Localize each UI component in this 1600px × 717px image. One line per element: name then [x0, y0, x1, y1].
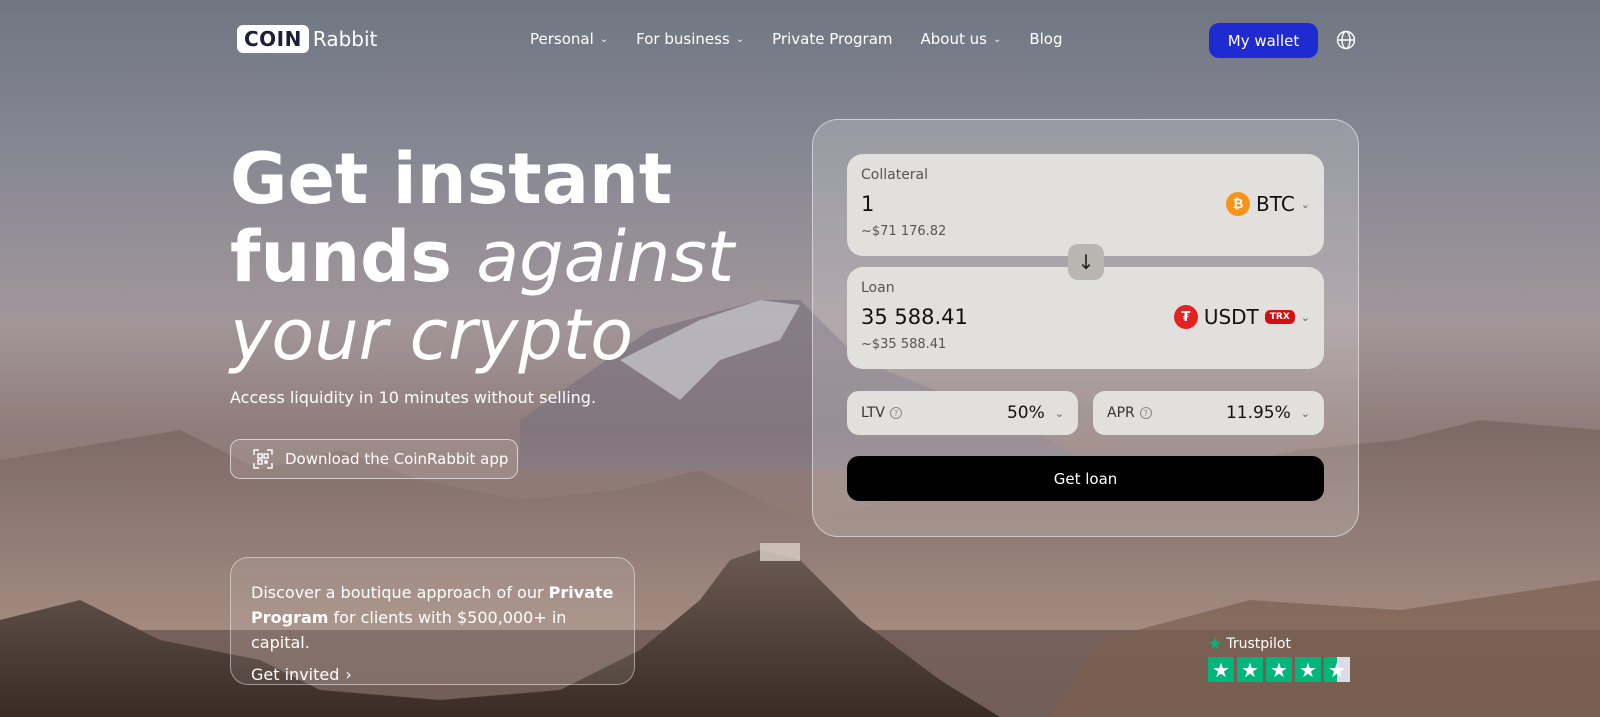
qr-code-icon — [253, 449, 273, 469]
chevron-down-icon: ⌄ — [992, 33, 1002, 45]
nav-item-private-program[interactable]: Private Program — [772, 30, 892, 48]
apr-label: APR — [1107, 405, 1135, 421]
nav-item-blog[interactable]: Blog — [1029, 30, 1062, 48]
star-icon: ★ — [1208, 657, 1234, 682]
trustpilot-widget[interactable]: ★ Trustpilot ★ ★ ★ ★ ★ — [1208, 634, 1350, 682]
download-app-label: Download the CoinRabbit app — [285, 450, 509, 468]
help-icon[interactable]: ? — [890, 407, 903, 419]
trustpilot-label: Trustpilot — [1226, 635, 1291, 652]
ltv-select[interactable]: LTV ? 50% ⌄ — [847, 391, 1078, 435]
trustpilot-rating: ★ ★ ★ ★ ★ — [1208, 657, 1350, 682]
chevron-down-icon: ⌄ — [1054, 406, 1064, 420]
globe-icon[interactable] — [1336, 30, 1356, 50]
chevron-down-icon: ⌄ — [599, 33, 609, 45]
nav-item-label: For business — [636, 30, 730, 48]
bitcoin-icon: ₿ — [1226, 192, 1251, 216]
loan-field[interactable]: Loan 35 588.41 ~$35 588.41 ₮ USDT TRX ⌄ — [847, 267, 1324, 369]
promo-text: Discover a boutique approach of our Priv… — [251, 580, 614, 655]
swap-arrow-icon[interactable]: ↓ — [1068, 244, 1104, 280]
private-program-card: Discover a boutique approach of our Priv… — [230, 557, 635, 685]
collateral-coin-select[interactable]: ₿ BTC ⌄ — [1226, 192, 1310, 216]
half-star-icon: ★ — [1324, 657, 1350, 682]
hero-title-line1: Get instant — [230, 138, 673, 220]
nav-item-about-us[interactable]: About us ⌄ — [921, 30, 1002, 48]
collateral-label: Collateral — [861, 167, 929, 183]
apr-select[interactable]: APR ? 11.95% ⌄ — [1093, 391, 1324, 435]
loan-amount-input[interactable]: 35 588.41 — [861, 305, 968, 329]
loan-label: Loan — [861, 280, 895, 296]
network-badge: TRX — [1264, 310, 1295, 324]
get-loan-button[interactable]: Get loan — [847, 456, 1324, 501]
download-app-button[interactable]: Download the CoinRabbit app — [230, 439, 518, 479]
my-wallet-button[interactable]: My wallet — [1209, 23, 1318, 58]
chevron-down-icon: ⌄ — [735, 33, 745, 45]
nav-item-label: About us — [920, 30, 987, 48]
help-icon[interactable]: ? — [1139, 407, 1152, 419]
nav-item-for-business[interactable]: For business ⌄ — [636, 30, 744, 48]
main-menu: Personal ⌄ For business ⌄ Private Progra… — [530, 30, 1091, 48]
loan-coin-select[interactable]: ₮ USDT TRX ⌄ — [1173, 305, 1310, 329]
hero-title-line2: funds against — [230, 218, 734, 296]
star-icon: ★ — [1237, 657, 1263, 682]
trustpilot-logo: ★ Trustpilot — [1208, 634, 1350, 653]
logo-rabbit: Rabbit — [312, 27, 378, 51]
loan-calculator: Collateral 1 ~$71 176.82 ₿ BTC ⌄ ↓ Loan … — [812, 119, 1359, 537]
chevron-down-icon: ⌄ — [1300, 197, 1310, 211]
collateral-amount-input[interactable]: 1 — [861, 192, 874, 216]
ltv-value: 50% — [1006, 403, 1045, 423]
promo-text-before: Discover a boutique approach of our — [251, 583, 544, 602]
coinrabbit-logo[interactable]: COIN Rabbit — [237, 25, 377, 53]
nav-item-label: Personal — [530, 30, 594, 48]
collateral-field[interactable]: Collateral 1 ~$71 176.82 ₿ BTC ⌄ — [847, 154, 1324, 256]
hero-title: Get instant funds against your crypto — [230, 140, 734, 374]
chevron-down-icon: ⌄ — [1300, 310, 1310, 324]
apr-value: 11.95% — [1225, 403, 1291, 423]
hero-subtitle: Access liquidity in 10 minutes without s… — [230, 388, 597, 407]
hero-title-line3: your crypto — [230, 294, 634, 376]
get-invited-label: Get invited — [251, 665, 340, 684]
nav-item-label: Private Program — [772, 30, 893, 48]
loan-usd-value: ~$35 588.41 — [861, 337, 947, 352]
star-icon: ★ — [1295, 657, 1321, 682]
collateral-usd-value: ~$71 176.82 — [861, 224, 947, 239]
collateral-coin-label: BTC — [1256, 192, 1295, 216]
hero-title-against: against — [476, 216, 735, 298]
chevron-down-icon: ⌄ — [1300, 406, 1310, 420]
logo-coin: COIN — [237, 25, 309, 53]
trustpilot-star-icon: ★ — [1208, 634, 1223, 653]
get-invited-link[interactable]: Get invited › — [251, 665, 614, 684]
ltv-label: LTV — [861, 405, 886, 421]
tether-icon: ₮ — [1173, 305, 1198, 329]
nav-item-personal[interactable]: Personal ⌄ — [530, 30, 608, 48]
hero-title-funds: funds — [230, 216, 452, 298]
top-navigation: COIN Rabbit Personal ⌄ For business ⌄ Pr… — [0, 0, 1600, 80]
star-icon: ★ — [1266, 657, 1292, 682]
nav-item-label: Blog — [1029, 30, 1063, 48]
chevron-right-icon: › — [345, 665, 352, 684]
loan-coin-label: USDT — [1203, 305, 1259, 329]
